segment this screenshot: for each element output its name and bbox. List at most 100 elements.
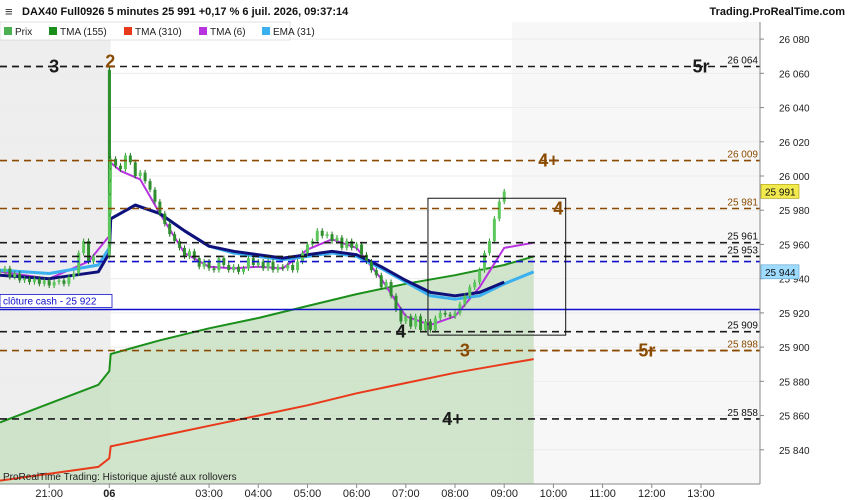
price-bar bbox=[143, 172, 147, 182]
price-bar bbox=[237, 266, 241, 272]
level-value-label: 25 858 bbox=[727, 408, 758, 419]
price-bar bbox=[217, 258, 221, 271]
price-bar bbox=[360, 244, 364, 255]
level-value-label: 25 953 bbox=[727, 245, 758, 256]
price-bar bbox=[286, 264, 290, 269]
price-bar bbox=[187, 251, 191, 257]
price-bar bbox=[276, 266, 280, 271]
price-bar bbox=[301, 253, 305, 262]
price-bar bbox=[394, 295, 398, 310]
x-tick-label: 04:00 bbox=[244, 488, 272, 500]
price-bar bbox=[468, 287, 472, 296]
ema-tag-label: 25 944 bbox=[765, 268, 796, 279]
price-bar bbox=[42, 280, 46, 284]
price-bar bbox=[148, 181, 152, 190]
chart-root: clôture cash - 25 922 26 064 5r 3 26 009 4+ 25… bbox=[0, 0, 850, 500]
price-bar bbox=[271, 261, 275, 271]
legend-label: TMA (6) bbox=[210, 27, 246, 38]
ema31-swatch bbox=[262, 27, 270, 35]
level-marker-text: 3 bbox=[49, 56, 59, 76]
price-bar bbox=[13, 273, 17, 277]
level-marker-text: 2 bbox=[105, 51, 115, 71]
price-bar bbox=[399, 309, 403, 322]
menu-icon[interactable]: ≡ bbox=[5, 4, 13, 19]
price-bar bbox=[374, 270, 378, 276]
y-tick-label: 26 040 bbox=[779, 104, 810, 115]
price-bar bbox=[37, 278, 41, 284]
price-bar bbox=[320, 230, 324, 236]
cash-close-label: clôture cash - 25 922 bbox=[3, 296, 97, 307]
legend-label: EMA (31) bbox=[273, 27, 315, 38]
price-bar bbox=[463, 295, 467, 305]
y-tick-label: 25 840 bbox=[779, 446, 810, 457]
y-tick-label: 25 900 bbox=[779, 343, 810, 354]
price-bar bbox=[325, 234, 329, 236]
y-tick-label: 26 000 bbox=[779, 172, 810, 183]
price-bar bbox=[123, 155, 127, 170]
price-bar bbox=[163, 213, 167, 224]
price-bar bbox=[18, 273, 22, 281]
level-marker-text: 3 bbox=[460, 341, 470, 361]
price-bar bbox=[296, 261, 300, 271]
price-bar bbox=[153, 189, 157, 202]
x-tick-label: 13:00 bbox=[687, 488, 715, 500]
price-bar bbox=[72, 273, 76, 277]
x-tick-label: 03:00 bbox=[195, 488, 223, 500]
x-tick-label: 21:00 bbox=[35, 488, 63, 500]
price-bar bbox=[197, 258, 201, 267]
price-bar bbox=[91, 256, 95, 262]
level-value-label: 25 961 bbox=[727, 232, 758, 243]
price-bar bbox=[3, 268, 7, 272]
price-bar bbox=[487, 241, 491, 253]
x-tick-label: 08:00 bbox=[441, 488, 469, 500]
level-marker-text: 5r bbox=[692, 56, 709, 76]
level-marker-text: 4+ bbox=[442, 409, 463, 429]
legend-label: TMA (310) bbox=[135, 27, 182, 38]
price-bar bbox=[409, 316, 413, 327]
price-bar bbox=[241, 268, 245, 272]
price-bar bbox=[448, 314, 452, 317]
level-value-label: 25 898 bbox=[727, 340, 758, 351]
x-tick-label: 07:00 bbox=[392, 488, 420, 500]
level-value-label: 25 909 bbox=[727, 321, 758, 332]
price-bar bbox=[28, 278, 32, 283]
price-bar bbox=[335, 237, 339, 242]
source-label: Trading.ProRealTime.com bbox=[709, 6, 845, 18]
level-marker-text: 4 bbox=[553, 199, 563, 219]
price-bar bbox=[419, 316, 423, 330]
price-bar bbox=[330, 234, 334, 242]
y-tick-label: 25 920 bbox=[779, 309, 810, 320]
price-bar bbox=[291, 264, 295, 271]
price-bar bbox=[424, 321, 428, 330]
price-bar bbox=[384, 282, 388, 288]
price-bar bbox=[453, 312, 457, 317]
price-bar bbox=[497, 201, 501, 219]
price-bar bbox=[108, 193, 112, 214]
price-bar bbox=[138, 172, 142, 176]
tma155-swatch bbox=[49, 27, 57, 35]
y-tick-label: 26 080 bbox=[779, 35, 810, 46]
price-bar bbox=[502, 191, 506, 202]
tma6-swatch bbox=[199, 27, 207, 35]
price-bar bbox=[128, 155, 132, 163]
price-bar bbox=[305, 244, 309, 253]
price-bar bbox=[133, 162, 137, 176]
price-bar bbox=[62, 280, 66, 284]
tma310-swatch bbox=[124, 27, 132, 35]
legend-label: TMA (155) bbox=[60, 27, 107, 38]
price-chart: clôture cash - 25 92226 0645r326 0094+25… bbox=[0, 0, 850, 500]
price-bar bbox=[32, 278, 36, 283]
price-bar bbox=[52, 282, 56, 286]
price-bar bbox=[158, 201, 162, 214]
x-tick-label: 06 bbox=[103, 488, 115, 500]
x-tick-label: 12:00 bbox=[638, 488, 666, 500]
price-bar bbox=[8, 268, 12, 277]
future-shade bbox=[512, 22, 760, 484]
price-bar bbox=[87, 241, 91, 262]
x-tick-label: 06:00 bbox=[343, 488, 371, 500]
price-bar bbox=[379, 275, 383, 288]
price-bar bbox=[473, 282, 477, 288]
price-bar bbox=[345, 241, 349, 248]
price-bar bbox=[173, 234, 177, 242]
y-tick-label: 25 980 bbox=[779, 206, 810, 217]
